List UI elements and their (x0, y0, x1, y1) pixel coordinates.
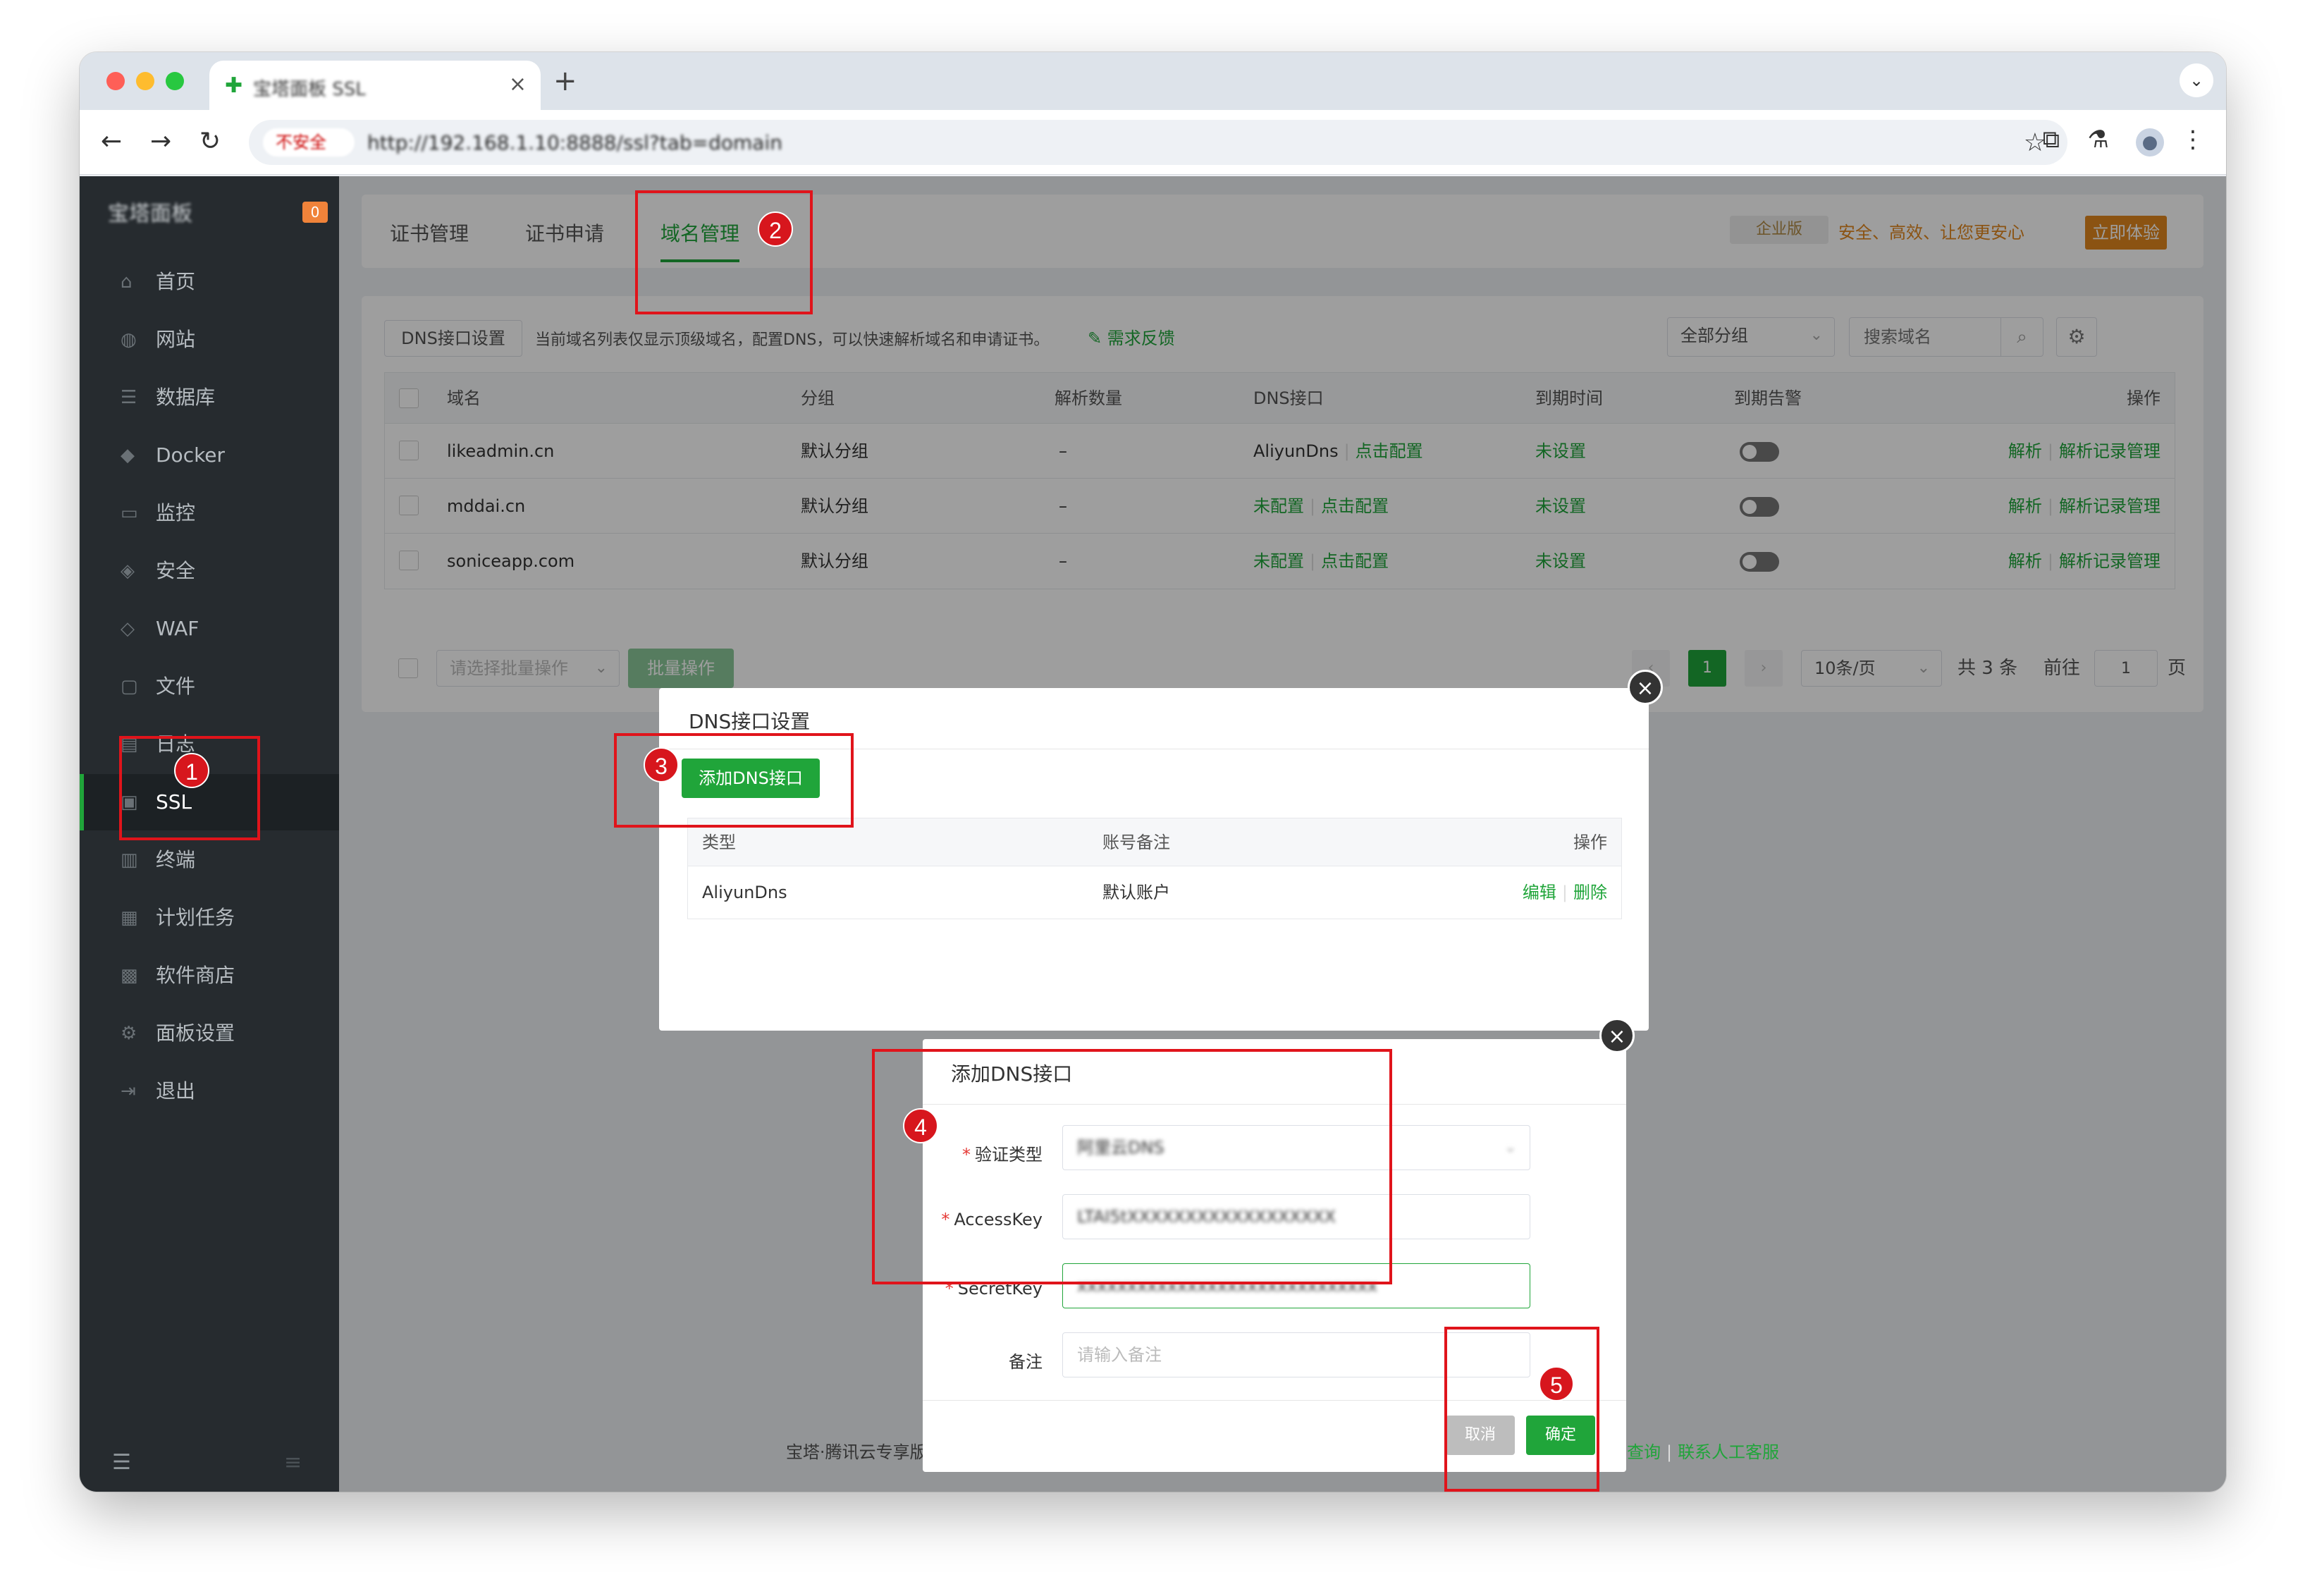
browser-tab-title: 宝塔面板 SSL (253, 79, 366, 100)
sidebar-item[interactable]: ▩ 软件商店 (80, 947, 339, 1004)
sidebar-item[interactable]: ◆ Docker (80, 427, 339, 484)
close-tab-icon[interactable]: × (509, 72, 527, 97)
sidebar-item-label: 终端 (156, 848, 196, 871)
dns-table: 类型 账号备注 操作 AliyunDns 默认账户 编辑 | 删除 (687, 818, 1622, 919)
sidebar-item-label: 监控 (156, 501, 196, 524)
sidebar-item-label: 面板设置 (156, 1021, 235, 1045)
settings-icon: ⚙ (121, 1023, 137, 1044)
globe-icon: ◍ (121, 329, 137, 350)
annotation-number-4: 4 (903, 1108, 938, 1143)
calendar-icon: ▦ (121, 907, 138, 928)
annotation-number-5: 5 (1539, 1366, 1574, 1401)
browser-tab[interactable]: ✚ 宝塔面板 SSL × (209, 61, 541, 110)
annotation-box-ssl (119, 736, 260, 840)
dns-row-actions: 编辑 | 删除 (1523, 866, 1607, 919)
dialog-title: DNS接口设置 (689, 710, 811, 733)
sidebar-item[interactable]: ◈ 安全 (80, 543, 339, 599)
extensions-icon[interactable]: ⧉ (2043, 125, 2060, 154)
monitor-icon: ▭ (121, 503, 138, 524)
sidebar-item[interactable]: ⚙ 面板设置 (80, 1005, 339, 1062)
sidebar-item-label: WAF (156, 617, 199, 640)
shield-icon: ◈ (121, 560, 135, 582)
menu-layout-icon[interactable]: ≡ (284, 1450, 302, 1475)
labs-flask-icon[interactable]: ⚗ (2088, 125, 2109, 154)
minimize-window-button[interactable] (136, 72, 154, 90)
collapse-menu-icon[interactable]: ☰ (112, 1450, 131, 1475)
annotation-box-domain-tab (635, 190, 813, 314)
browser-menu-icon[interactable]: ⋮ (2181, 125, 2205, 154)
sidebar-item-label: 文件 (156, 675, 196, 698)
new-tab-icon[interactable]: + (553, 65, 577, 97)
favicon-icon: ✚ (225, 73, 243, 98)
logout-icon: ⇥ (121, 1081, 136, 1102)
sidebar-item-label: 安全 (156, 559, 196, 582)
maximize-window-button[interactable] (166, 72, 184, 90)
close-window-button[interactable] (106, 72, 125, 90)
grid-icon: ▩ (121, 965, 138, 986)
forward-icon[interactable]: → (150, 127, 171, 156)
sidebar-item-label: 软件商店 (156, 964, 235, 987)
back-icon[interactable]: ← (101, 127, 122, 156)
panel-logo: 宝塔面板 (108, 202, 192, 226)
notification-badge[interactable]: 0 (302, 202, 328, 223)
home-icon: ⌂ (121, 271, 133, 293)
url-text[interactable]: http://192.168.1.10:8888/ssl?tab=domain (367, 131, 782, 154)
sidebar-item[interactable]: ⇥ 退出 (80, 1063, 339, 1119)
browser-toolbar: ← → ↻ 不安全 http://192.168.1.10:8888/ssl?t… (80, 110, 2226, 175)
profile-avatar[interactable]: ● (2136, 128, 2164, 156)
reload-icon[interactable]: ↻ (199, 127, 221, 156)
dns-type: AliyunDns (702, 883, 787, 902)
database-icon: ☰ (121, 387, 137, 408)
sidebar-item[interactable]: ◍ 网站 (80, 312, 339, 368)
sidebar-item-label: Docker (156, 443, 226, 467)
sidebar-item-label: 首页 (156, 270, 196, 293)
annotation-box-confirm (1444, 1327, 1599, 1492)
address-bar[interactable]: 不安全 http://192.168.1.10:8888/ssl?tab=dom… (249, 120, 2067, 165)
sidebar-item[interactable]: ◇ WAF (80, 601, 339, 657)
edit-link[interactable]: 编辑 (1523, 883, 1556, 902)
close-dns-dialog-icon[interactable]: × (1628, 670, 1663, 705)
browser-tab-strip: ✚ 宝塔面板 SSL × + ⌄ (80, 52, 2226, 110)
table-row: AliyunDns 默认账户 编辑 | 删除 (688, 866, 1621, 919)
col-ops: 操作 (1573, 833, 1607, 852)
sidebar-item-label: 网站 (156, 328, 196, 351)
separator: | (1666, 1442, 1673, 1462)
annotation-box-add-dns (614, 733, 854, 828)
docker-icon: ◆ (121, 445, 135, 466)
annotation-number-2: 2 (758, 211, 793, 247)
annotation-number-1: 1 (174, 753, 209, 788)
sidebar-item[interactable]: ▢ 文件 (80, 658, 339, 715)
browser-window: ✚ 宝塔面板 SSL × + ⌄ ← → ↻ 不安全 http://192.16… (80, 52, 2226, 1492)
delete-link[interactable]: 删除 (1573, 883, 1607, 902)
sidebar-item[interactable]: ☰ 数据库 (80, 369, 339, 426)
close-add-dialog-icon[interactable]: × (1599, 1018, 1635, 1053)
sidebar-item[interactable]: ▭ 监控 (80, 485, 339, 541)
sidebar-item[interactable]: ▥ 终端 (80, 832, 339, 888)
folder-icon: ▢ (121, 676, 138, 697)
separator: | (1561, 883, 1568, 902)
chevron-down-icon: ⌄ (1504, 1138, 1517, 1156)
waf-icon: ◇ (121, 618, 135, 639)
dns-note: 默认账户 (1102, 883, 1170, 902)
security-chip[interactable]: 不安全 (263, 128, 355, 156)
sidebar-item[interactable]: ▦ 计划任务 (80, 890, 339, 946)
col-note: 账号备注 (1102, 833, 1170, 852)
footer-link[interactable]: 联系人工客服 (1678, 1442, 1779, 1462)
terminal-icon: ▥ (121, 849, 138, 871)
annotation-number-3: 3 (644, 747, 679, 782)
annotation-box-form (872, 1049, 1392, 1284)
tab-search-icon[interactable]: ⌄ (2180, 63, 2213, 97)
sidebar-item[interactable]: ⌂ 首页 (80, 254, 339, 310)
sidebar-item-label: 数据库 (156, 386, 216, 409)
sidebar-item-label: 计划任务 (156, 906, 235, 929)
sidebar-item-label: 退出 (156, 1079, 196, 1103)
note-label: 备注 (1009, 1352, 1043, 1372)
